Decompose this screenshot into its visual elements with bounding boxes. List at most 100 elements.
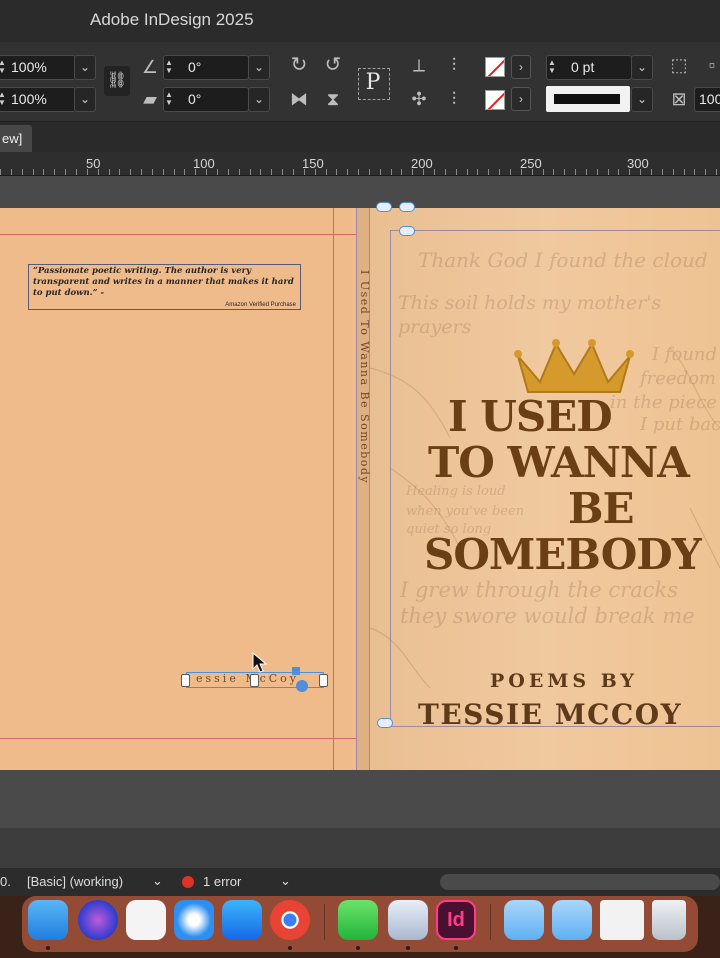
app-store-icon[interactable] xyxy=(222,900,262,940)
mouse-pointer-icon xyxy=(252,652,268,673)
rotate-ccw-icon[interactable]: ↺ xyxy=(320,54,346,76)
title-line: I USED xyxy=(448,392,613,441)
opacity-field[interactable]: 100 xyxy=(694,87,720,112)
scale-x-value: 100% xyxy=(11,59,47,75)
messages-icon[interactable] xyxy=(338,900,378,940)
ruler-tick xyxy=(43,169,45,175)
horizontal-ruler[interactable]: 50 100 150 200 250 300 xyxy=(0,152,720,176)
preview-icon[interactable] xyxy=(388,900,428,940)
constrain-proportions-chain-icon[interactable]: ⛓ xyxy=(104,66,130,96)
macos-dock: Id xyxy=(22,896,698,952)
overset-text-icon[interactable] xyxy=(296,680,308,692)
stepper-icon[interactable]: ▲ ▼ xyxy=(0,59,6,75)
ruler-tick xyxy=(227,169,229,175)
frame-fitting-icon[interactable]: ⬚ xyxy=(668,54,690,76)
page-indicator[interactable]: 0. xyxy=(0,874,11,889)
stepper-icon[interactable]: ▲ ▼ xyxy=(165,91,173,107)
indesign-icon[interactable]: Id xyxy=(436,900,476,940)
margin-guide xyxy=(333,208,334,770)
ruler-tick xyxy=(661,169,663,175)
book-cover-spread[interactable]: “Passionate poetic writing. The author i… xyxy=(0,202,720,770)
front-cover[interactable]: Thank God I found the cloud This soil ho… xyxy=(370,208,720,770)
review-quote-frame[interactable]: “Passionate poetic writing. The author i… xyxy=(28,264,301,310)
scale-x-dropdown[interactable]: ⌄ xyxy=(74,55,96,80)
chrome-icon[interactable] xyxy=(270,900,310,940)
recent-window-thumbnail[interactable] xyxy=(600,900,644,940)
rotate-cw-icon[interactable]: ↻ xyxy=(286,54,312,76)
scale-y-value: 100% xyxy=(11,91,47,107)
ruler-tick xyxy=(585,169,587,175)
launchpad-icon[interactable] xyxy=(126,900,166,940)
trash-icon[interactable] xyxy=(652,900,686,940)
stroke-weight-field[interactable]: ▲ ▼ 0 pt xyxy=(546,55,632,80)
ruler-tick xyxy=(358,169,360,175)
link-badge-icon[interactable] xyxy=(399,202,415,212)
bleed-guide xyxy=(390,230,720,231)
error-dropdown-icon[interactable]: ⌄ xyxy=(280,873,291,889)
align-center-icon[interactable]: ✣ xyxy=(406,88,432,110)
title-line: TO WANNA xyxy=(428,438,690,487)
profile-dropdown-icon[interactable]: ⌄ xyxy=(152,873,163,889)
center-handle[interactable] xyxy=(292,667,300,675)
rotate-angle-field[interactable]: ▲ ▼ 0° xyxy=(163,55,249,80)
fill-none-swatch[interactable] xyxy=(485,57,505,77)
corner-options-icon[interactable]: ▫ xyxy=(704,54,720,76)
documents-folder-icon[interactable] xyxy=(504,900,544,940)
flip-vertical-icon[interactable]: ⧗ xyxy=(320,88,346,110)
stepper-icon[interactable]: ▲ ▼ xyxy=(548,59,556,75)
distribute-vertical-icon[interactable]: ⫶ xyxy=(440,88,468,110)
control-panel: ▲ ▼ 100% ⌄ ▲ ▼ 100% ⌄ ⛓ ∠ ▲ ▼ 0° ⌄ ▰ ▲ ▼ 0° … xyxy=(0,42,720,122)
ruler-tick xyxy=(423,169,425,175)
type-on-path-icon[interactable]: P xyxy=(356,66,390,100)
resize-handle[interactable] xyxy=(181,674,190,687)
running-dot xyxy=(46,946,50,950)
script-line: This soil holds my mother's xyxy=(398,292,662,314)
scale-y-dropdown[interactable]: ⌄ xyxy=(74,87,96,112)
finder-icon[interactable] xyxy=(28,900,68,940)
horizontal-scrollbar[interactable] xyxy=(440,874,720,890)
effects-icon[interactable]: ⊠ xyxy=(668,88,690,110)
ruler-tick xyxy=(141,169,143,175)
shear-angle-field[interactable]: ▲ ▼ 0° xyxy=(163,87,249,112)
stroke-swatch-arrow[interactable]: › xyxy=(511,87,531,111)
error-count[interactable]: 1 error xyxy=(203,874,241,889)
ruler-tick xyxy=(173,169,175,175)
rotate-angle-dropdown[interactable]: ⌄ xyxy=(248,55,270,80)
stroke-type-dropdown[interactable]: ⌄ xyxy=(631,87,653,112)
stepper-icon[interactable]: ▲ ▼ xyxy=(0,91,6,107)
flip-horizontal-icon[interactable]: ⧓ xyxy=(286,88,312,110)
stroke-type-sample[interactable] xyxy=(546,86,630,112)
siri-icon[interactable] xyxy=(78,900,118,940)
ruler-tick xyxy=(575,169,577,175)
app-title: Adobe InDesign 2025 xyxy=(90,10,254,29)
pasteboard[interactable]: “Passionate poetic writing. The author i… xyxy=(0,176,720,828)
crown-icon xyxy=(514,339,634,393)
link-badge-icon[interactable] xyxy=(376,202,392,212)
document-tab[interactable]: ew] xyxy=(0,125,32,152)
bleed-guide xyxy=(390,230,391,726)
safari-icon[interactable] xyxy=(174,900,214,940)
scale-x-field[interactable]: ▲ ▼ 100% xyxy=(0,55,76,80)
applications-folder-icon[interactable] xyxy=(552,900,592,940)
link-badge-icon[interactable] xyxy=(377,718,393,728)
preflight-profile[interactable]: [Basic] (working) xyxy=(27,874,123,889)
stepper-icon[interactable]: ▲ ▼ xyxy=(165,59,173,75)
review-quote-text: “Passionate poetic writing. The author i… xyxy=(33,266,294,298)
align-top-icon[interactable]: ⟂ xyxy=(406,54,432,76)
link-badge-icon[interactable] xyxy=(399,226,415,236)
resize-handle[interactable] xyxy=(250,674,259,687)
type-glyph: P xyxy=(365,70,381,95)
ruler-tick xyxy=(564,169,566,175)
stroke-none-swatch[interactable] xyxy=(485,90,505,110)
stroke-weight-value: 0 pt xyxy=(571,59,595,75)
running-dot xyxy=(454,946,458,950)
scale-y-field[interactable]: ▲ ▼ 100% xyxy=(0,87,76,112)
stroke-weight-dropdown[interactable]: ⌄ xyxy=(631,55,653,80)
ruler-tick xyxy=(314,169,316,175)
distribute-horizontal-icon[interactable]: ⫶ xyxy=(440,54,468,76)
ruler-tick xyxy=(325,169,327,175)
fill-swatch-arrow[interactable]: › xyxy=(511,55,531,79)
resize-handle[interactable] xyxy=(319,674,328,687)
shear-angle-dropdown[interactable]: ⌄ xyxy=(248,87,270,112)
ruler-tick xyxy=(509,169,511,175)
